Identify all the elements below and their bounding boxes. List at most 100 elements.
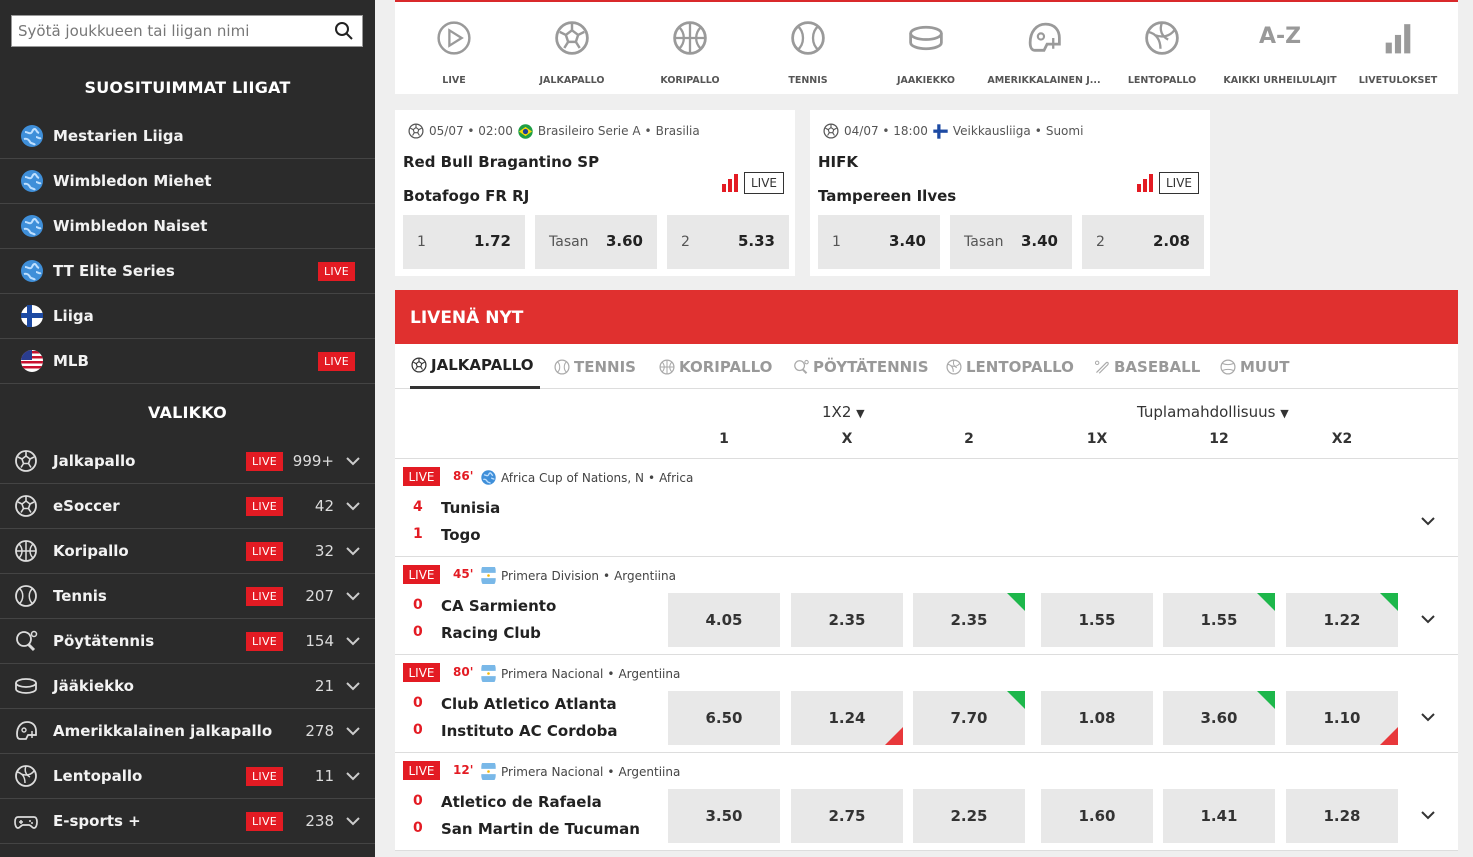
odds-label: 1 xyxy=(417,234,426,250)
popular-league-item[interactable]: MLB LIVE xyxy=(0,339,375,384)
odds-button[interactable]: 1.10 xyxy=(1286,691,1398,745)
featured-match-card[interactable]: 04/07 • 18:00 Veikkausliiga • Suomi HIFK… xyxy=(810,110,1210,276)
sport-nav-item[interactable]: LENTOPALLO xyxy=(1103,2,1221,96)
expand-chevron-icon[interactable] xyxy=(1420,513,1436,529)
caret-down-icon: ▼ xyxy=(856,407,865,420)
chevron-down-icon[interactable] xyxy=(345,498,361,514)
live-stream-button[interactable]: LIVE xyxy=(744,172,784,194)
event-count: 11 xyxy=(314,767,334,785)
sport-nav-item[interactable]: JALKAPALLO xyxy=(513,2,631,96)
live-tab-jalkapallo[interactable]: JALKAPALLO xyxy=(410,344,540,389)
chevron-down-icon[interactable] xyxy=(345,543,361,559)
search-input[interactable] xyxy=(12,16,322,46)
odds-button[interactable]: 2.25 xyxy=(913,789,1025,843)
chevron-down-icon[interactable] xyxy=(345,678,361,694)
sport-nav-item[interactable]: AMERIKKALAINEN J... xyxy=(985,2,1103,96)
chevron-down-icon[interactable] xyxy=(345,588,361,604)
popular-league-item[interactable]: Mestarien Liiga xyxy=(0,114,375,159)
featured-odds-button[interactable]: 1 1.72 xyxy=(403,215,525,269)
odds-button[interactable]: 1.60 xyxy=(1041,789,1153,843)
odds-button[interactable]: 2.35 xyxy=(791,593,903,647)
away-team: Botafogo FR RJ xyxy=(403,187,530,205)
live-match-row[interactable]: LIVE 80' Primera Nacional • Argentiina 0… xyxy=(395,655,1458,753)
live-match-row[interactable]: LIVE 45' Primera Division • Argentiina 0… xyxy=(395,557,1458,655)
odds-value: 3.40 xyxy=(1020,232,1058,250)
live-badge: LIVE xyxy=(403,761,440,780)
country-name: Argentiina xyxy=(618,666,681,681)
search-box[interactable] xyxy=(11,15,363,47)
sport-nav-item[interactable]: KORIPALLO xyxy=(631,2,749,96)
odds-button[interactable]: 6.50 xyxy=(668,691,780,745)
menu-sport-item[interactable]: Pöytätennis LIVE 154 xyxy=(0,619,375,664)
menu-sport-item[interactable]: Koripallo LIVE 32 xyxy=(0,529,375,574)
featured-odds-button[interactable]: 2 5.33 xyxy=(667,215,789,269)
menu-sport-item[interactable]: Jääkiekko 21 xyxy=(0,664,375,709)
odds-button[interactable]: 1.41 xyxy=(1163,789,1275,843)
live-badge: LIVE xyxy=(246,496,283,516)
live-match-row[interactable]: LIVE 86' Africa Cup of Nations, N • Afri… xyxy=(395,459,1458,557)
search-icon[interactable] xyxy=(334,21,354,41)
sport-nav-item[interactable]: JÄÄKIEKKO xyxy=(867,2,985,96)
odds-button[interactable]: 1.08 xyxy=(1041,691,1153,745)
live-tab-muut[interactable]: MUUT xyxy=(1219,344,1290,389)
event-count: 278 xyxy=(305,722,334,740)
odds-column-label: 1 xyxy=(719,431,729,447)
popular-league-item[interactable]: Liiga xyxy=(0,294,375,339)
sport-nav-item[interactable]: LIVETULOKSET xyxy=(1339,2,1457,96)
live-stats-icon[interactable] xyxy=(1137,174,1153,192)
sport-nav-item[interactable]: LIVE xyxy=(395,2,513,96)
home-team: Tunisia xyxy=(441,499,501,517)
chevron-down-icon[interactable] xyxy=(345,768,361,784)
live-tab-baseball[interactable]: BASEBALL xyxy=(1093,344,1200,389)
expand-chevron-icon[interactable] xyxy=(1420,709,1436,725)
live-stats-icon[interactable] xyxy=(722,174,738,192)
odds-button[interactable]: 7.70 xyxy=(913,691,1025,745)
popular-league-item[interactable]: Wimbledon Miehet xyxy=(0,159,375,204)
featured-odds-button[interactable]: 1 3.40 xyxy=(818,215,940,269)
live-tab-koripallo[interactable]: KORIPALLO xyxy=(658,344,772,389)
odds-button[interactable]: 1.55 xyxy=(1163,593,1275,647)
chevron-down-icon[interactable] xyxy=(345,633,361,649)
odds-value: 3.60 xyxy=(1200,709,1238,727)
featured-match-card[interactable]: 05/07 • 02:00 Brasileiro Serie A • Brasi… xyxy=(395,110,795,276)
live-match-row[interactable]: LIVE 12' Primera Nacional • Argentiina 0… xyxy=(395,753,1458,851)
live-tab-tennis[interactable]: TENNIS xyxy=(553,344,636,389)
odds-button[interactable]: 1.55 xyxy=(1041,593,1153,647)
odds-button[interactable]: 3.50 xyxy=(668,789,780,843)
menu-sport-item[interactable]: Amerikkalainen jalkapallo 278 xyxy=(0,709,375,754)
odds-value: 2.08 xyxy=(1152,232,1190,250)
sport-nav-item[interactable]: A-Z KAIKKI URHEILULAJIT xyxy=(1221,2,1339,96)
chevron-down-icon[interactable] xyxy=(345,723,361,739)
featured-odds-button[interactable]: 2 2.08 xyxy=(1082,215,1204,269)
popular-league-label: MLB xyxy=(53,352,89,370)
menu-sport-item[interactable]: Tennis LIVE 207 xyxy=(0,574,375,619)
separator-dot: • xyxy=(648,470,656,485)
expand-chevron-icon[interactable] xyxy=(1420,807,1436,823)
odds-button[interactable]: 4.05 xyxy=(668,593,780,647)
popular-league-item[interactable]: TT Elite Series LIVE xyxy=(0,249,375,294)
live-tab-lentopallo[interactable]: LENTOPALLO xyxy=(945,344,1074,389)
chevron-down-icon[interactable] xyxy=(345,453,361,469)
odds-button[interactable]: 1.24 xyxy=(791,691,903,745)
odds-button[interactable]: 3.60 xyxy=(1163,691,1275,745)
menu-sport-item[interactable]: E-sports + LIVE 238 xyxy=(0,799,375,844)
odds-button[interactable]: 1.22 xyxy=(1286,593,1398,647)
menu-sport-item[interactable]: Lentopallo LIVE 11 xyxy=(0,754,375,799)
market-1x2-select[interactable]: 1X2 ▼ xyxy=(822,403,865,421)
live-stream-button[interactable]: LIVE xyxy=(1159,172,1199,194)
match-league-info: Primera Division • Argentiina xyxy=(480,567,676,584)
sport-nav-item[interactable]: TENNIS xyxy=(749,2,867,96)
expand-chevron-icon[interactable] xyxy=(1420,611,1436,627)
odds-button[interactable]: 2.75 xyxy=(791,789,903,843)
chevron-down-icon[interactable] xyxy=(345,813,361,829)
odds-button[interactable]: 2.35 xyxy=(913,593,1025,647)
argentina-flag-icon xyxy=(481,665,496,682)
featured-odds-button[interactable]: Tasan 3.60 xyxy=(535,215,657,269)
menu-sport-item[interactable]: eSoccer LIVE 42 xyxy=(0,484,375,529)
menu-sport-item[interactable]: Jalkapallo LIVE 999+ xyxy=(0,439,375,484)
live-tab-pöytätennis[interactable]: PÖYTÄTENNIS xyxy=(792,344,929,389)
featured-odds-button[interactable]: Tasan 3.40 xyxy=(950,215,1072,269)
popular-league-item[interactable]: Wimbledon Naiset xyxy=(0,204,375,249)
market-double-chance-select[interactable]: Tuplamahdollisuus ▼ xyxy=(1137,403,1289,421)
odds-button[interactable]: 1.28 xyxy=(1286,789,1398,843)
